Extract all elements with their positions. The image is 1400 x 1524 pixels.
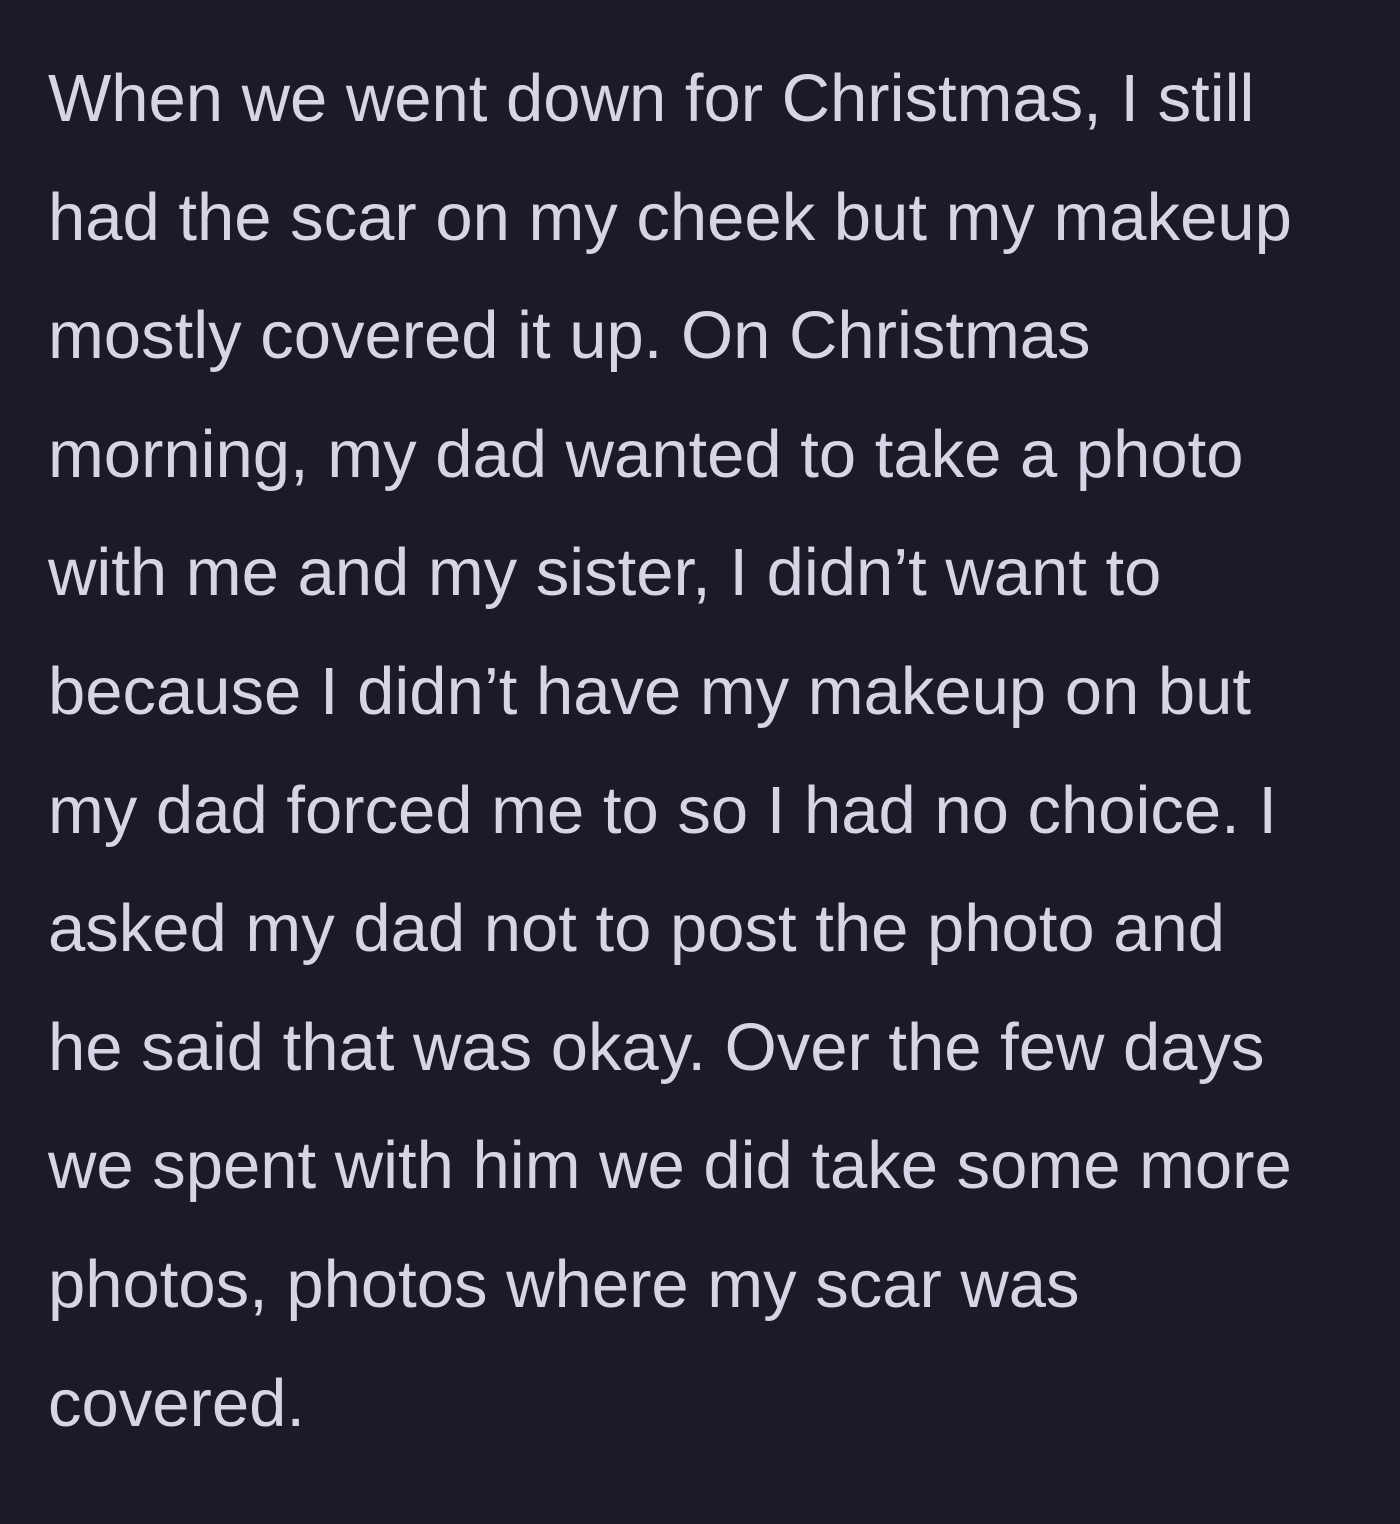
text-line-5: with me and my sister, I didn’t want to [48, 535, 1162, 611]
text-line-3: mostly covered it up. On Christmas [48, 298, 1091, 374]
text-line-11: photos, photos where my scar was [48, 1246, 1080, 1322]
post-body-text: When we went down for Christmas, I still… [0, 0, 1400, 1524]
text-line-4: morning, my dad wanted to take a photo [48, 416, 1244, 492]
text-line-1: When we went down for Christmas, I still [48, 61, 1255, 136]
text-line-7: my dad forced me to so I had no choice. … [48, 772, 1277, 848]
text-line-12: covered. [48, 1365, 305, 1441]
text-line-10: we spent with him we did take some more [48, 1128, 1292, 1204]
text-line-8: asked my dad not to post the photo and [48, 891, 1226, 967]
text-line-2: had the scar on my cheek but my makeup [48, 179, 1292, 255]
text-line-6: because I didn’t have my makeup on but [48, 653, 1252, 729]
text-line-9: he said that was okay. Over the few days [48, 1009, 1265, 1085]
